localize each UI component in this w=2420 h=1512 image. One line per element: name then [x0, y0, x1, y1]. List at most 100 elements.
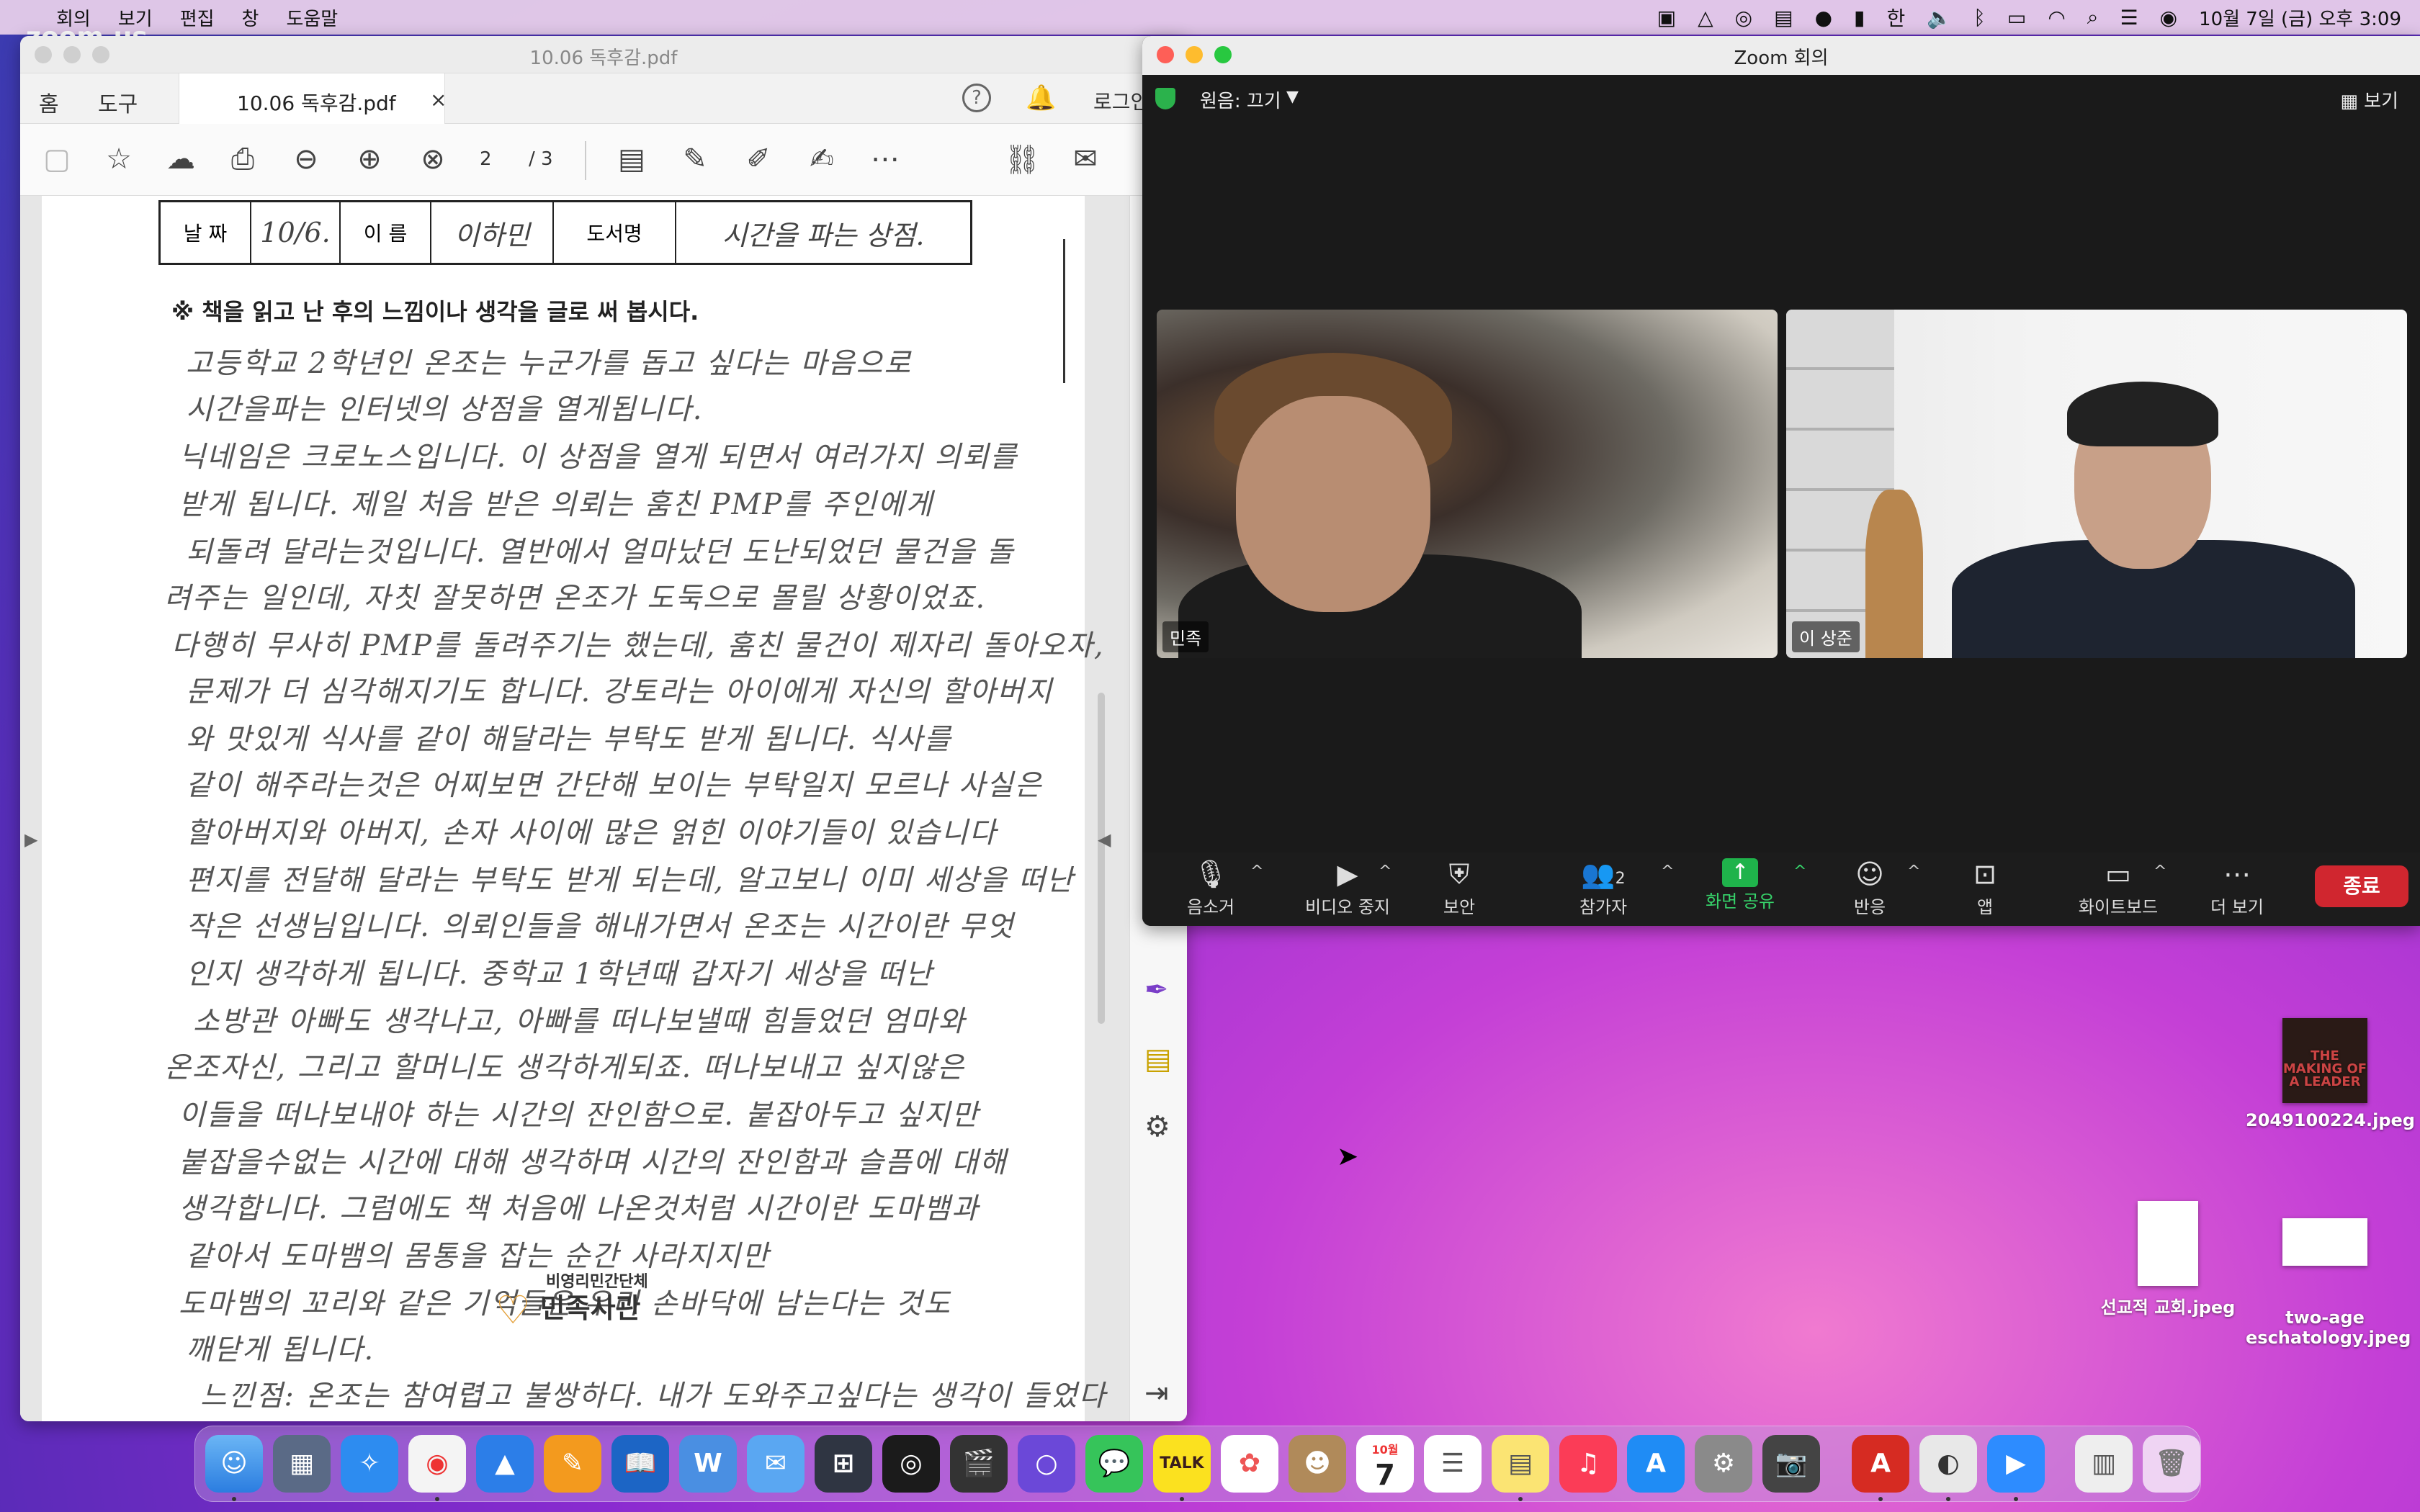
app-status-icon[interactable]: ◎ [1735, 6, 1752, 30]
security-button[interactable]: ⛨ 보안 [1423, 858, 1495, 918]
tab-home[interactable]: 홈 [39, 86, 59, 118]
chevron-up-icon[interactable]: ^ [1907, 863, 1920, 881]
app-store-icon[interactable]: A [1627, 1435, 1685, 1493]
end-meeting-button[interactable]: 종료 [2315, 865, 2408, 907]
page-up-icon[interactable]: ⊕ [351, 143, 387, 176]
acrobat-icon[interactable]: A [1852, 1435, 1909, 1493]
screenshot-icon[interactable]: 📷 [1762, 1435, 1820, 1493]
apps-button[interactable]: ⊡ 앱 [1949, 858, 2021, 918]
notes-icon[interactable]: ▤ [1492, 1435, 1549, 1493]
login-button[interactable]: 로그인 [1093, 86, 1149, 115]
video-tile[interactable]: 이 상준 [1786, 310, 2407, 658]
star-icon[interactable]: ☆ [101, 143, 137, 176]
collapse-panel-icon[interactable]: ⇥ [1144, 1377, 1169, 1410]
tab-document[interactable]: 10.06 독후감.pdf × [179, 73, 447, 124]
highlight-pen-icon[interactable]: ✎ [677, 143, 713, 176]
view-button[interactable]: ▦ 보기 [2340, 86, 2398, 113]
left-panel-toggle-icon[interactable]: ▶ [24, 829, 37, 850]
messenger-icon[interactable]: ▤ [1774, 6, 1793, 30]
final-cut-icon[interactable]: 🎬 [950, 1435, 1008, 1493]
tab-close-icon[interactable]: × [430, 88, 447, 112]
print-icon[interactable]: ⎙ [225, 143, 261, 176]
keynote-icon[interactable]: ▲ [476, 1435, 534, 1493]
trash-icon[interactable]: 🗑 [2143, 1435, 2200, 1493]
safari-icon[interactable]: ✧ [341, 1435, 398, 1493]
help-icon[interactable]: ? [962, 84, 991, 112]
more-tools-icon[interactable]: ⋯ [867, 143, 903, 176]
menu-edit[interactable]: 편집 [180, 4, 215, 31]
bookmark-icon[interactable]: ▮ [1854, 6, 1865, 30]
menu-help[interactable]: 도움말 [286, 4, 338, 31]
input-korean-icon[interactable]: 한 [1886, 3, 1905, 32]
siri-icon[interactable]: ◉ [2160, 6, 2177, 30]
participants-button[interactable]: 👥2 참가자 [1560, 858, 1646, 918]
page-down-icon[interactable]: ⊗ [415, 143, 451, 176]
pages-icon[interactable]: ✎ [544, 1435, 601, 1493]
chevron-up-icon[interactable]: ^ [1250, 863, 1263, 881]
bluetooth-icon[interactable]: ᛒ [1973, 6, 1986, 30]
drive-icon[interactable]: △ [1698, 6, 1713, 30]
zoom-icon[interactable]: ▶ [1987, 1435, 2045, 1493]
calendar-icon[interactable]: 10월 7 [1356, 1435, 1414, 1493]
reactions-button[interactable]: ☺ 반응 [1834, 858, 1906, 918]
draw-icon[interactable]: ✐ [740, 143, 776, 176]
desktop-file-icon[interactable]: two-age eschatology.jpeg [2246, 1198, 2411, 1368]
share-screen-button[interactable]: ↑ 화면 공유 [1697, 858, 1783, 912]
original-sound-toggle[interactable]: 원음: 끄기 [1200, 86, 1281, 113]
system-preferences-icon[interactable]: ⚙ [1695, 1435, 1752, 1493]
obs-icon[interactable]: ◎ [882, 1435, 940, 1493]
kakao-icon[interactable]: ● [1815, 6, 1832, 30]
zoom-status-icon[interactable]: ▣ [1657, 6, 1676, 30]
document-icon[interactable]: ▤ [1144, 1043, 1172, 1076]
chevron-up-icon[interactable]: ^ [1793, 863, 1806, 881]
chevron-up-icon[interactable]: ^ [1661, 863, 1674, 881]
mail-icon[interactable]: ✉ [1067, 143, 1103, 176]
mail-icon[interactable]: ✉ [747, 1435, 805, 1493]
chrome-icon[interactable]: ◉ [408, 1435, 466, 1493]
comment-icon[interactable]: ▤ [614, 143, 650, 176]
kakaotalk-icon[interactable]: TALK [1153, 1435, 1211, 1493]
quicktime-icon[interactable]: ◐ [1919, 1435, 1977, 1493]
video-tile[interactable]: 민족 [1157, 310, 1778, 658]
menu-window[interactable]: 창 [242, 4, 259, 31]
tab-tools[interactable]: 도구 [98, 86, 138, 118]
battery-icon[interactable]: ▭ [2007, 6, 2026, 30]
chevron-up-icon[interactable]: ^ [2154, 863, 2166, 881]
chevron-down-icon[interactable]: ▼ [1286, 88, 1299, 106]
word-icon[interactable]: W [679, 1435, 737, 1493]
save-icon[interactable]: ▢ [39, 143, 75, 176]
right-panel-toggle-icon[interactable]: ◀ [1098, 829, 1111, 850]
chevron-up-icon[interactable]: ^ [1379, 863, 1392, 881]
utility-icon[interactable]: ⊞ [815, 1435, 872, 1493]
music-icon[interactable]: ♫ [1559, 1435, 1617, 1493]
edit-text-icon[interactable]: ✍ [804, 143, 840, 176]
control-center-icon[interactable]: ☰ [2120, 6, 2138, 30]
messages-icon[interactable]: 💬 [1085, 1435, 1143, 1493]
upload-cloud-icon[interactable]: ☁ [163, 143, 199, 176]
book-cover-thumbnail: THE MAKING OF A LEADER [2282, 1018, 2367, 1103]
finder-icon[interactable]: ☺ [205, 1435, 263, 1493]
mute-button[interactable]: 🎙 음소거 [1164, 858, 1258, 918]
bell-icon[interactable]: 🔔 [1026, 84, 1056, 112]
downloads-stack-icon[interactable]: ▥ [2075, 1435, 2133, 1493]
desktop-file-icon[interactable]: 선교적 교회.jpeg [2089, 1201, 2247, 1318]
launchpad-icon[interactable]: ▦ [273, 1435, 331, 1493]
link-icon[interactable]: ⛓ [1004, 143, 1041, 176]
zoom-out-icon[interactable]: ⊖ [288, 143, 324, 176]
reminders-icon[interactable]: ☰ [1424, 1435, 1482, 1493]
spotlight-search-icon[interactable]: ⌕ [2087, 5, 2099, 30]
sign-pen-icon[interactable]: ✒ [1144, 973, 1169, 1007]
wifi-icon[interactable]: ◠ [2048, 6, 2065, 30]
menubar-clock[interactable]: 10월 7일 (금) 오후 3:09 [2199, 4, 2401, 31]
page-number-input[interactable]: 2 [480, 148, 492, 170]
more-button[interactable]: ⋯ 더 보기 [2194, 858, 2280, 918]
tool-settings-icon[interactable]: ⚙ [1144, 1110, 1170, 1143]
volume-icon[interactable]: 🔈 [1927, 6, 1952, 30]
photos-icon[interactable]: ✿ [1221, 1435, 1278, 1493]
vertical-scrollbar[interactable] [1098, 693, 1105, 1024]
books-icon[interactable]: 📖 [611, 1435, 669, 1493]
contacts-icon[interactable]: ☻ [1289, 1435, 1346, 1493]
circle-app-icon[interactable]: ○ [1018, 1435, 1075, 1493]
encryption-shield-icon[interactable] [1155, 88, 1175, 109]
desktop-file-icon[interactable]: THE MAKING OF A LEADER 2049100224.jpeg [2246, 1018, 2415, 1130]
